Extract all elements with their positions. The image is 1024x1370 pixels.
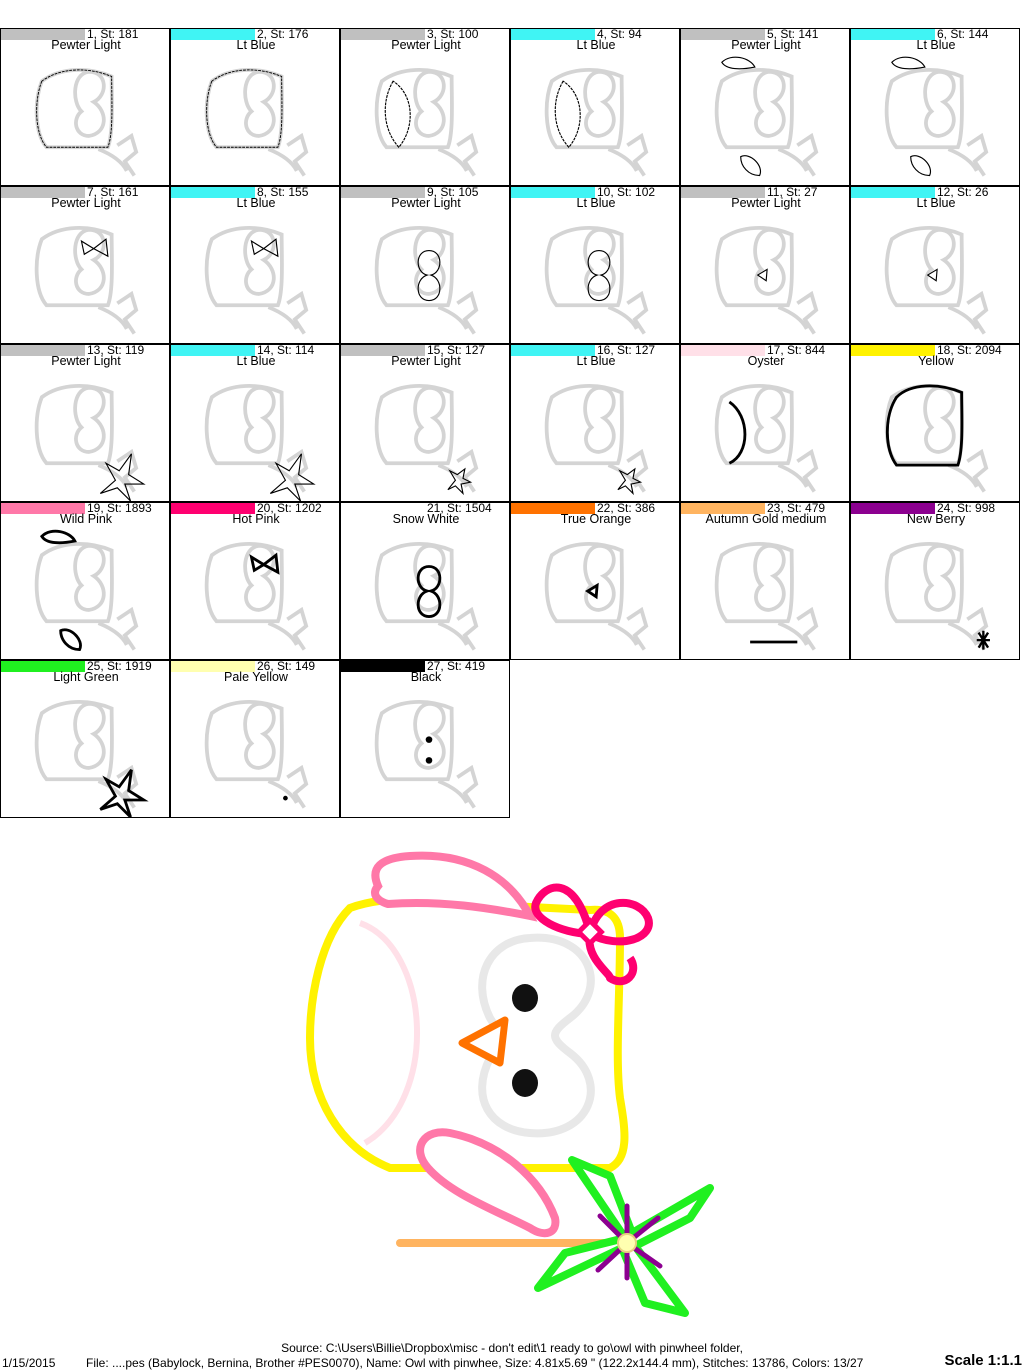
thread-name: Lt Blue bbox=[236, 38, 276, 52]
color-block-1: 1, St: 181 Pewter Light bbox=[0, 28, 170, 186]
owl-pupil-top bbox=[512, 984, 538, 1012]
owl-thumbnail bbox=[204, 226, 309, 335]
color-block-5: 5, St: 141 Pewter Light bbox=[680, 28, 850, 186]
color-block-16: 16, St: 127 Lt Blue bbox=[510, 344, 680, 502]
color-block-3: 3, St: 100 Pewter Light bbox=[340, 28, 510, 186]
owl-thumbnail bbox=[714, 542, 819, 651]
page-footer: Source: C:\Users\Billie\Dropbox\misc - d… bbox=[0, 1340, 1024, 1370]
thread-name: New Berry bbox=[906, 512, 966, 526]
owl-design-preview bbox=[305, 851, 714, 1317]
thread-name: Black bbox=[410, 670, 442, 684]
thread-name: Lt Blue bbox=[236, 196, 276, 210]
owl-thumbnail bbox=[714, 226, 819, 335]
color-block-4: 4, St: 94 Lt Blue bbox=[510, 28, 680, 186]
pinwheel-center bbox=[617, 1233, 637, 1253]
color-block-20: 20, St: 1202 Hot Pink bbox=[170, 502, 340, 660]
file-info: File: ....pes (Babylock, Bernina, Brothe… bbox=[86, 1356, 864, 1370]
print-date: 1/15/2015 bbox=[2, 1356, 56, 1370]
color-block-24: 24, St: 998 New Berry bbox=[850, 502, 1020, 660]
owl-thumbnail bbox=[714, 56, 819, 177]
thread-name: Pewter Light bbox=[731, 196, 801, 210]
thread-name: Lt Blue bbox=[236, 354, 276, 368]
color-block-19: 19, St: 1893 Wild Pink bbox=[0, 502, 170, 660]
color-block-15: 15, St: 127 Pewter Light bbox=[340, 344, 510, 502]
owl-thumbnail bbox=[714, 384, 819, 493]
owl-thumbnail bbox=[204, 542, 309, 651]
color-block-12: 12, St: 26 Lt Blue bbox=[850, 186, 1020, 344]
color-block-8: 8, St: 155 Lt Blue bbox=[170, 186, 340, 344]
owl-thumbnail bbox=[884, 56, 989, 177]
color-block-22: 22, St: 386 True Orange bbox=[510, 502, 680, 660]
thread-name: Pewter Light bbox=[391, 354, 461, 368]
color-block-18: 18, St: 2094 Yellow bbox=[850, 344, 1020, 502]
owl-thumbnail bbox=[544, 226, 649, 335]
owl-thumbnail bbox=[544, 384, 649, 496]
owl-thumbnail bbox=[374, 542, 479, 651]
thread-name: Pewter Light bbox=[391, 196, 461, 210]
owl-thumbnail bbox=[34, 700, 149, 817]
thread-name: Yellow bbox=[918, 354, 954, 368]
thread-name: Lt Blue bbox=[576, 354, 616, 368]
owl-thumbnail bbox=[204, 68, 309, 177]
color-block-25: 25, St: 1919 Light Green bbox=[0, 660, 170, 818]
owl-thumbnail bbox=[544, 542, 649, 651]
owl-thumbnail bbox=[204, 700, 309, 809]
owl-thumbnail bbox=[34, 529, 139, 651]
owl-thumbnail bbox=[884, 384, 989, 493]
owl-thumbnail bbox=[34, 226, 139, 335]
thread-name: Lt Blue bbox=[576, 196, 616, 210]
color-block-14: 14, St: 114 Lt Blue bbox=[170, 344, 340, 502]
thread-name: Pale Yellow bbox=[224, 670, 288, 684]
owl-thumbnail bbox=[544, 68, 649, 177]
thread-name: Lt Blue bbox=[916, 38, 956, 52]
thread-name: Pewter Light bbox=[51, 354, 121, 368]
thread-name: Pewter Light bbox=[391, 38, 461, 52]
color-block-2: 2, St: 176 Lt Blue bbox=[170, 28, 340, 186]
color-block-7: 7, St: 161 Pewter Light bbox=[0, 186, 170, 344]
source-path: Source: C:\Users\Billie\Dropbox\misc - d… bbox=[281, 1341, 743, 1355]
color-block-13: 13, St: 119 Pewter Light bbox=[0, 344, 170, 502]
thread-name: True Orange bbox=[560, 512, 632, 526]
owl-thumbnail bbox=[374, 68, 479, 177]
thread-name: Wild Pink bbox=[59, 512, 113, 526]
color-block-grid: 1, St: 181 Pewter Light 2, St: 176 Lt Blue 3… bbox=[0, 28, 1024, 818]
thread-name: Snow White bbox=[392, 512, 460, 526]
owl-top-wing bbox=[371, 851, 538, 922]
color-block-21: 21, St: 1504 Snow White bbox=[340, 502, 510, 660]
color-block-23: 23, St: 479 Autumn Gold medium bbox=[680, 502, 850, 660]
thread-name: Oyster bbox=[747, 354, 785, 368]
owl-thumbnail bbox=[374, 226, 479, 335]
thread-name: Lt Blue bbox=[576, 38, 616, 52]
thread-name: Pewter Light bbox=[51, 38, 121, 52]
color-block-27: 27, St: 419 Black bbox=[340, 660, 510, 818]
color-block-10: 10, St: 102 Lt Blue bbox=[510, 186, 680, 344]
thread-name: Autumn Gold medium bbox=[705, 512, 827, 526]
owl-pupil-bottom bbox=[512, 1069, 538, 1097]
color-block-17: 17, St: 844 Oyster bbox=[680, 344, 850, 502]
owl-thumbnail bbox=[884, 542, 990, 651]
owl-thumbnail bbox=[374, 384, 479, 496]
color-block-26: 26, St: 149 Pale Yellow bbox=[170, 660, 340, 818]
thread-name: Hot Pink bbox=[232, 512, 280, 526]
color-block-11: 11, St: 27 Pewter Light bbox=[680, 186, 850, 344]
owl-thumbnail bbox=[204, 384, 316, 501]
owl-thumbnail bbox=[34, 68, 139, 177]
color-block-6: 6, St: 144 Lt Blue bbox=[850, 28, 1020, 186]
thread-name: Light Green bbox=[53, 670, 119, 684]
owl-thumbnail bbox=[374, 700, 479, 809]
thread-name: Pewter Light bbox=[51, 196, 121, 210]
scale-label: Scale 1:1.1 bbox=[941, 1352, 1022, 1369]
thread-name: Pewter Light bbox=[731, 38, 801, 52]
owl-body-outline bbox=[305, 894, 629, 1172]
color-block-9: 9, St: 105 Pewter Light bbox=[340, 186, 510, 344]
owl-thumbnail bbox=[884, 226, 989, 335]
owl-thumbnail bbox=[34, 384, 146, 501]
thread-name: Lt Blue bbox=[916, 196, 956, 210]
